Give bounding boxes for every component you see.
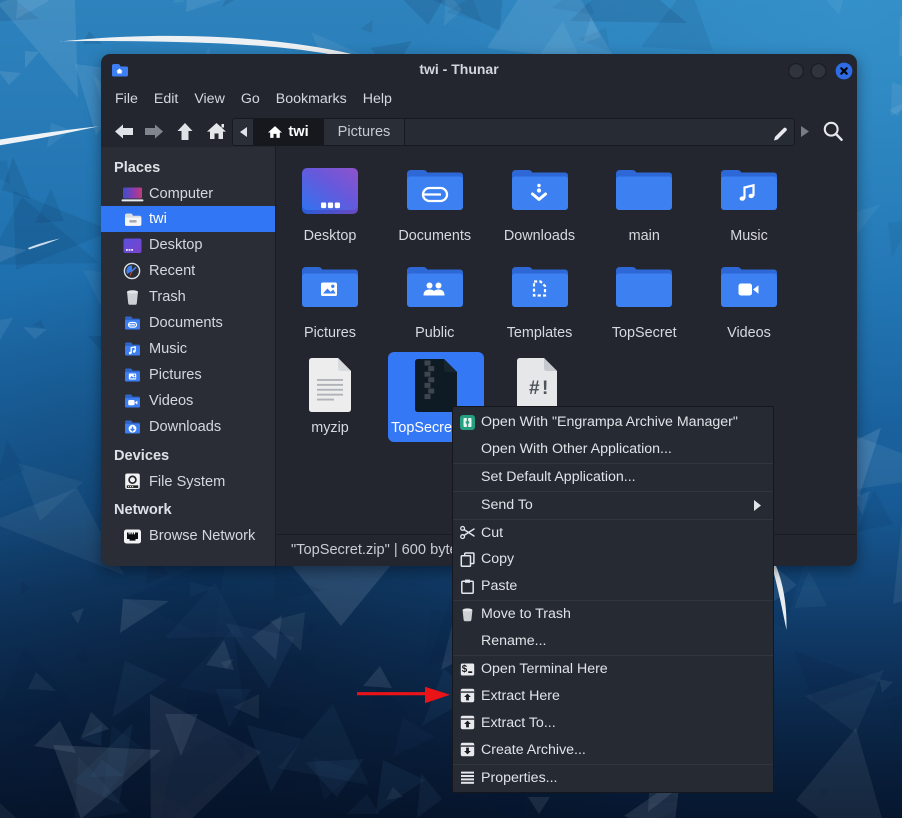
svg-text:!: ! bbox=[542, 378, 548, 399]
svg-text:#: # bbox=[529, 378, 540, 399]
svg-text:$: $ bbox=[462, 664, 468, 675]
